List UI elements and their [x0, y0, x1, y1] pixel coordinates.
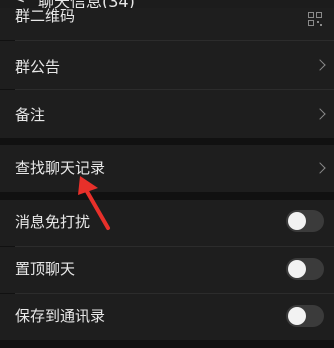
- section-gap: [0, 340, 334, 348]
- row-label: 查找聊天记录: [15, 159, 106, 177]
- chevron-right-icon: [314, 108, 326, 120]
- save-contacts-toggle[interactable]: [286, 305, 324, 327]
- row-mute-notifications[interactable]: 消息免打扰: [0, 200, 334, 246]
- row-label: 备注: [15, 106, 46, 124]
- row-pin-chat[interactable]: 置顶聊天: [0, 247, 334, 293]
- toggle-knob: [288, 260, 306, 278]
- group-chat-info-screen: < 聊天信息(34) 群二维码 群公告 备注 查找聊天记录 消息免打扰: [0, 0, 334, 348]
- section-gap: [0, 138, 334, 145]
- row-group-qrcode[interactable]: 群二维码: [0, 7, 334, 40]
- toggle-knob: [288, 212, 306, 230]
- row-label: 消息免打扰: [15, 213, 91, 231]
- toggle-knob: [288, 307, 306, 325]
- row-label: 群公告: [15, 58, 61, 76]
- row-remark[interactable]: 备注: [0, 90, 334, 138]
- row-search-chat-history[interactable]: 查找聊天记录: [0, 145, 334, 192]
- row-group-announcement[interactable]: 群公告: [0, 41, 334, 89]
- row-label: 置顶聊天: [15, 260, 76, 278]
- mute-toggle[interactable]: [286, 210, 324, 232]
- qr-code-icon: [308, 12, 322, 26]
- chevron-right-icon: [314, 59, 326, 71]
- row-label: 保存到通讯录: [15, 307, 106, 325]
- row-save-to-contacts[interactable]: 保存到通讯录: [0, 294, 334, 340]
- section-gap: [0, 192, 334, 200]
- pin-toggle[interactable]: [286, 258, 324, 280]
- chevron-right-icon: [314, 162, 326, 174]
- row-label: 群二维码: [15, 7, 76, 25]
